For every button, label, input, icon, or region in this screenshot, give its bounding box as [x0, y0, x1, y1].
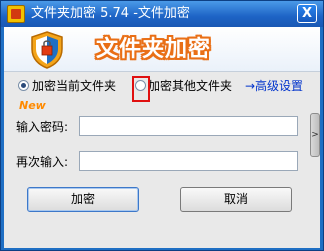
password-input[interactable] [79, 116, 298, 136]
banner-title: 文件夹加密 [96, 37, 212, 62]
radio-current-folder-label[interactable]: 加密当前文件夹 [32, 77, 116, 95]
window-title: 文件夹加密 5.74 -文件加密 [31, 6, 190, 21]
advanced-settings-link[interactable]: →高级设置 [245, 77, 303, 95]
highlight-annotation [132, 76, 150, 102]
confirm-password-label: 再次输入: [16, 155, 69, 169]
app-icon [7, 5, 25, 23]
shield-icon [31, 31, 63, 69]
password-label: 输入密码: [16, 120, 69, 134]
title-bar[interactable]: 文件夹加密 5.74 -文件加密 X [1, 1, 323, 27]
confirm-password-input[interactable] [79, 151, 298, 171]
mode-selector: 加密当前文件夹 加密其他文件夹 →高级设置 [4, 77, 320, 95]
radio-other-folder-label[interactable]: 加密其他文件夹 [148, 77, 232, 95]
client-area: 文件夹加密 加密当前文件夹 加密其他文件夹 →高级设置 New 输入密码: 再次… [4, 27, 320, 248]
cancel-button[interactable]: 取消 [180, 187, 292, 212]
close-button[interactable]: X [297, 4, 317, 23]
header-banner: 文件夹加密 [4, 27, 320, 72]
radio-current-folder[interactable] [18, 80, 29, 91]
app-window: 文件夹加密 5.74 -文件加密 X 文件夹加密 加密当前文件夹 加密其他文件夹… [0, 0, 324, 251]
expand-panel-arrow[interactable]: > [310, 113, 320, 157]
new-badge: New [19, 99, 46, 112]
encrypt-button[interactable]: 加密 [27, 187, 139, 212]
